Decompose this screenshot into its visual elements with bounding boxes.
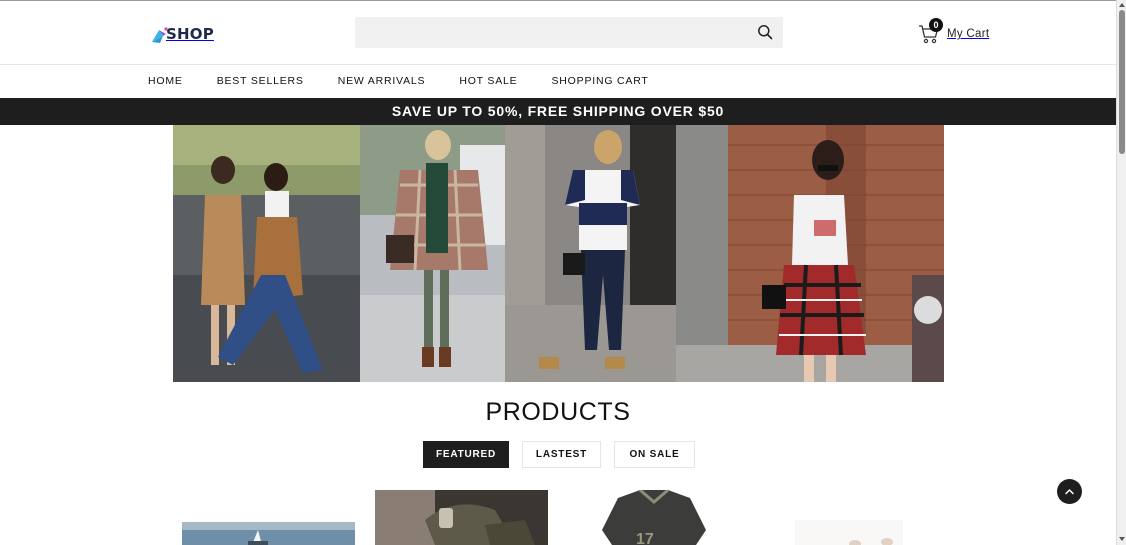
tab-lastest[interactable]: LASTEST xyxy=(522,441,601,468)
svg-text:17: 17 xyxy=(636,531,654,545)
hero-banner[interactable] xyxy=(173,125,944,382)
scroll-up-arrow-icon xyxy=(1119,3,1125,7)
hero-panel-street-style xyxy=(173,125,360,382)
nav-item-new-arrivals[interactable]: NEW ARRIVALS xyxy=(338,75,426,87)
product-image-shoes[interactable] xyxy=(795,520,903,545)
main-nav: HOME BEST SELLERS NEW ARRIVALS HOT SALE … xyxy=(148,64,683,98)
promo-banner: SAVE UP TO 50%, FREE SHIPPING OVER $50 xyxy=(0,98,1116,125)
cart-label: My Cart xyxy=(947,28,990,40)
hero-panel-striped-tee xyxy=(505,125,676,382)
nav-item-home[interactable]: HOME xyxy=(148,75,183,87)
scrollbar-thumb[interactable] xyxy=(1119,10,1125,154)
tab-featured[interactable]: FEATURED xyxy=(423,441,509,468)
chevron-up-icon xyxy=(1065,489,1074,495)
back-to-top-button[interactable] xyxy=(1057,479,1082,504)
scroll-down-arrow-icon xyxy=(1119,537,1125,541)
nav-item-shopping-cart[interactable]: SHOPPING CART xyxy=(551,75,648,87)
products-tabs: FEATURED LASTEST ON SALE xyxy=(423,441,708,468)
site-logo[interactable]: SHOP xyxy=(150,23,214,45)
nav-item-hot-sale[interactable]: HOT SALE xyxy=(459,75,517,87)
site-header: SHOP 0 My Cart xyxy=(0,1,1116,64)
hero-panel-plaid-skirt xyxy=(676,125,944,382)
logo-mark-icon xyxy=(150,24,170,44)
cart-link[interactable]: 0 My Cart xyxy=(918,18,990,47)
search-input[interactable] xyxy=(355,17,783,48)
nav-item-best-sellers[interactable]: BEST SELLERS xyxy=(217,75,304,87)
tab-on-sale[interactable]: ON SALE xyxy=(614,441,695,468)
product-image-gloves[interactable] xyxy=(375,490,548,545)
cart-count-badge: 0 xyxy=(929,18,943,32)
product-image-jersey[interactable]: 17 xyxy=(598,490,710,545)
product-image-sailing[interactable] xyxy=(182,522,355,545)
products-title: PRODUCTS xyxy=(485,398,631,426)
page-scrollbar[interactable] xyxy=(1116,0,1126,545)
hero-panel-plaid-poncho xyxy=(360,125,505,382)
search-icon[interactable] xyxy=(757,24,773,40)
logo-text: SHOP xyxy=(166,25,214,43)
cart-icon-wrap: 0 xyxy=(918,18,943,45)
search-bar xyxy=(355,17,783,48)
